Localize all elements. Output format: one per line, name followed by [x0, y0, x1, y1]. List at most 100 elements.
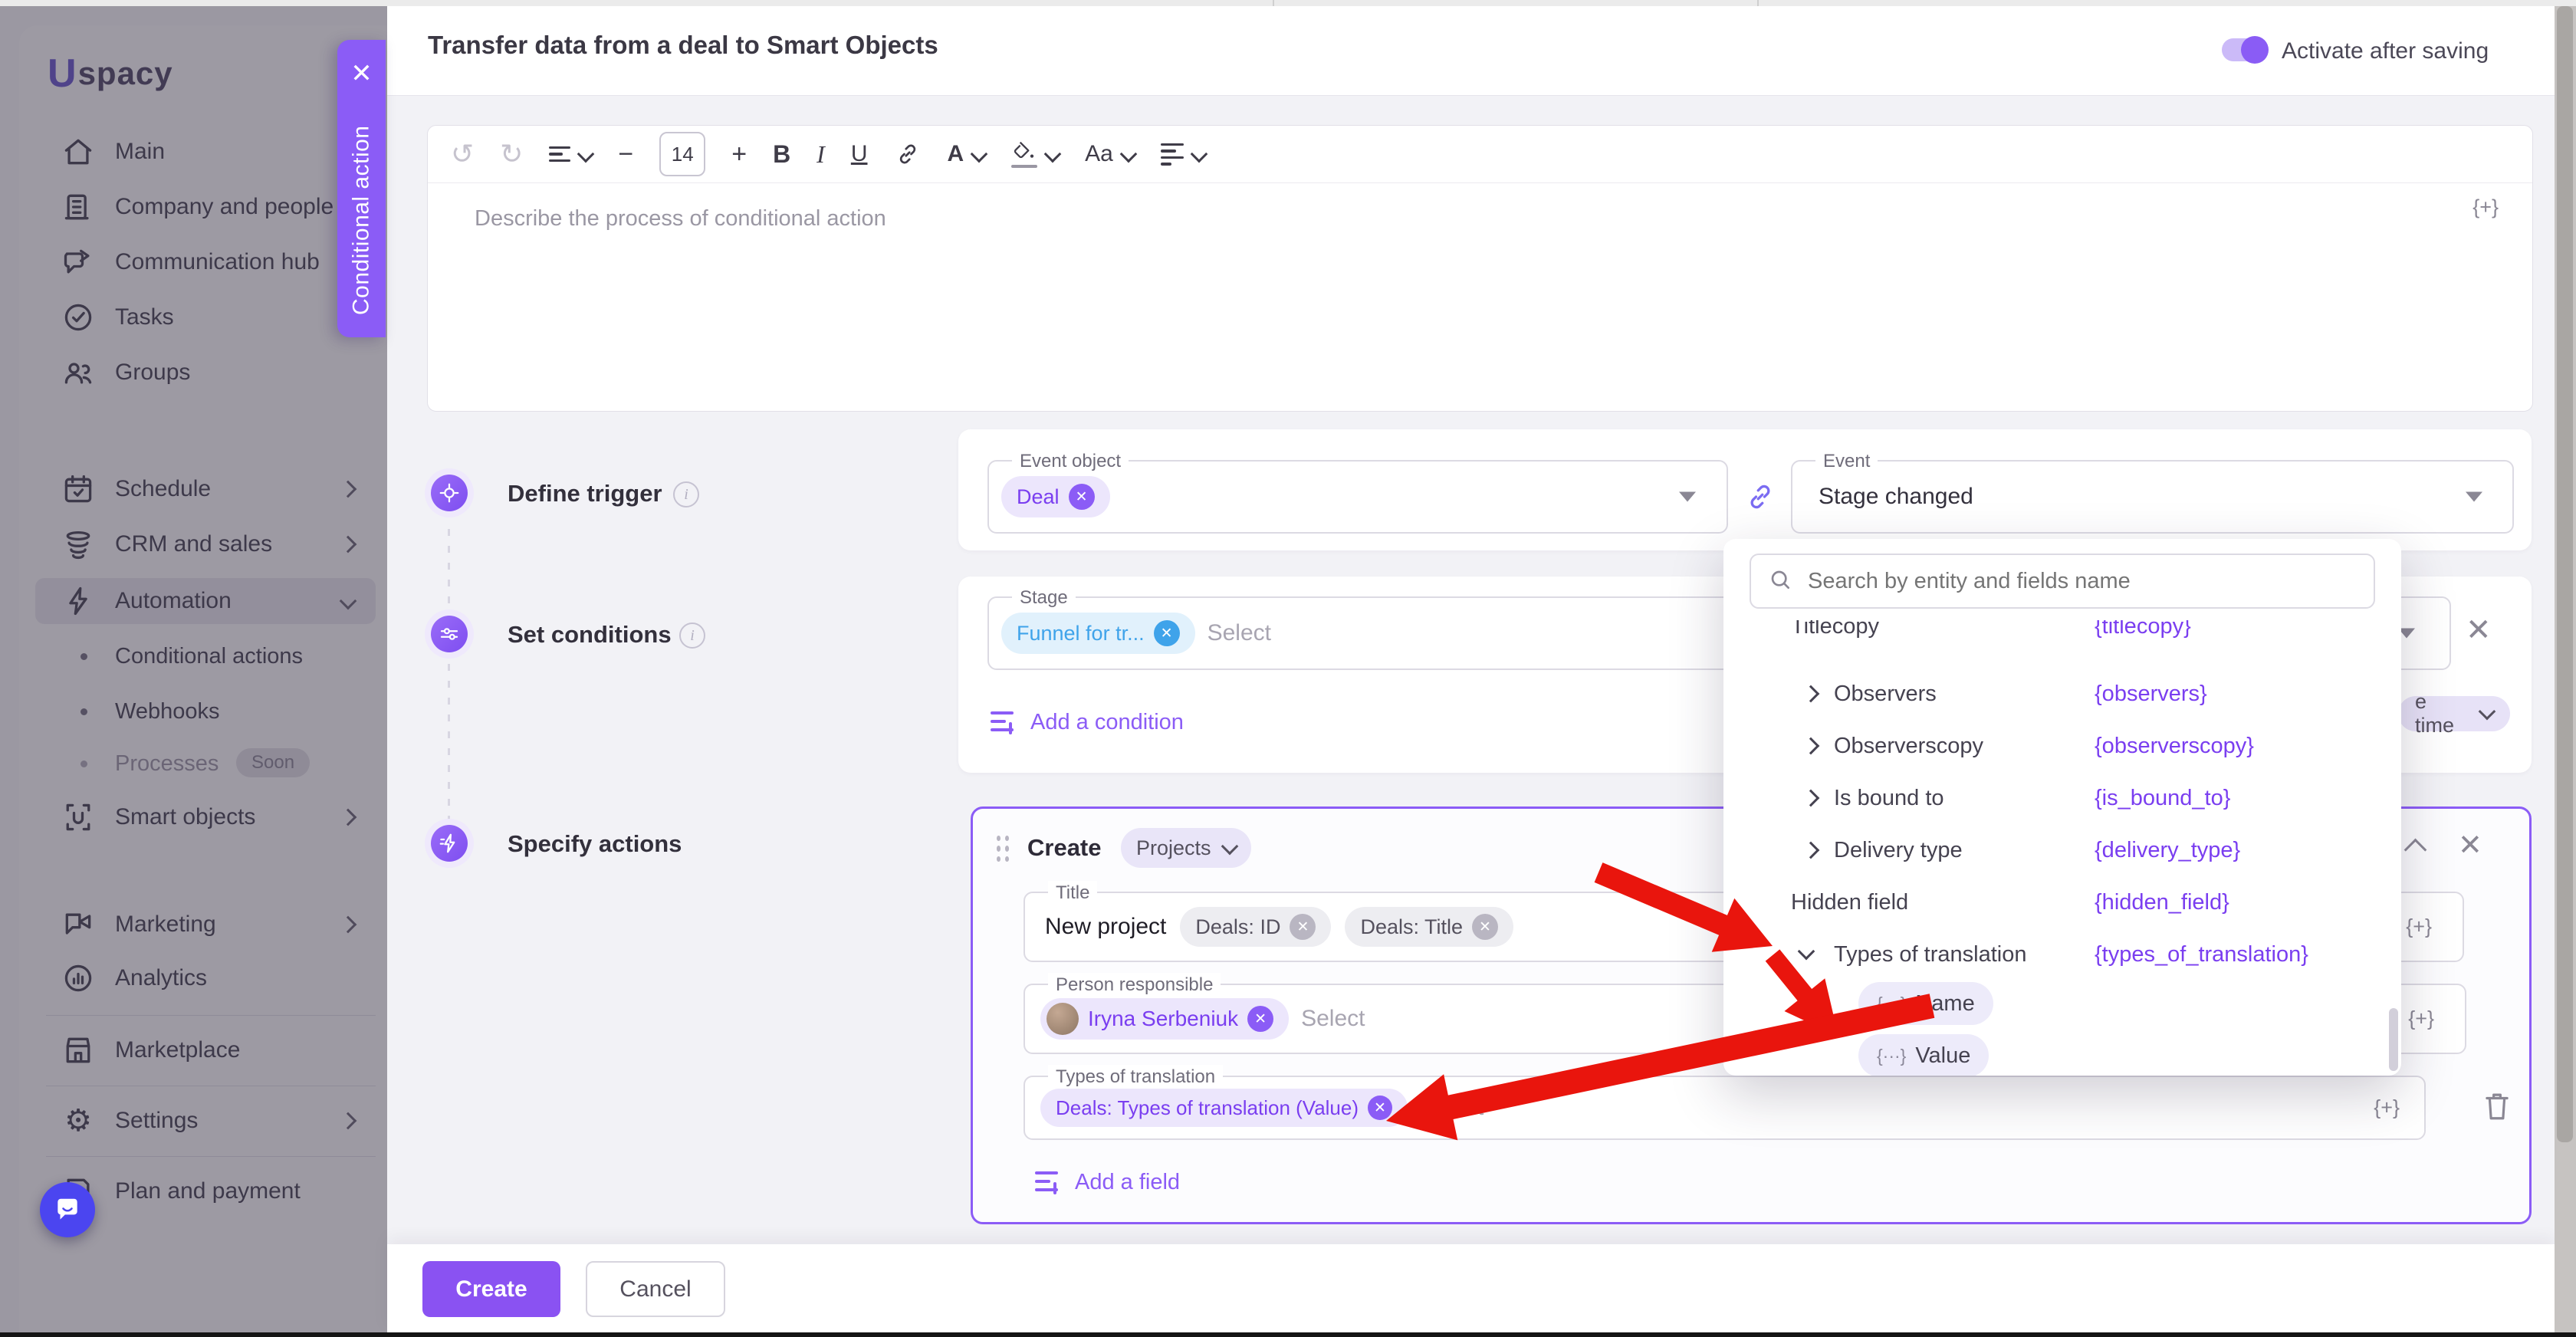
- event-field[interactable]: Event Stage changed: [1791, 449, 2514, 534]
- actions-step-icon: [425, 819, 474, 868]
- link-fields-icon[interactable]: [1743, 480, 1777, 517]
- dropdown-row-delivery-type[interactable]: Delivery type {delivery_type}: [1723, 824, 2401, 876]
- font-size-decrease-button[interactable]: −: [618, 140, 633, 169]
- dropdown-row-hidden-field[interactable]: Hidden field {hidden_field}: [1723, 876, 2401, 928]
- chevron-right-icon: [1802, 841, 1820, 859]
- description-placeholder: Describe the process of conditional acti…: [475, 206, 886, 231]
- dropdown-scrollbar[interactable]: [2389, 1008, 2398, 1071]
- cancel-button[interactable]: Cancel: [586, 1261, 725, 1317]
- font-size-increase-button[interactable]: +: [731, 140, 747, 169]
- activate-toggle[interactable]: [2222, 36, 2269, 64]
- event-object-chip-deal[interactable]: Deal ✕: [1001, 476, 1110, 517]
- condition-time-chip[interactable]: e time: [2398, 690, 2510, 737]
- field-picker-dropdown: Titlecopy {titlecopy} Observers {observe…: [1723, 539, 2401, 1076]
- chevron-down-icon: [577, 145, 595, 163]
- types-chip[interactable]: Deals: Types of translation (Value) ✕: [1040, 1089, 1408, 1127]
- remove-chip-icon[interactable]: ✕: [1472, 914, 1499, 940]
- dropdown-row-is-bound-to[interactable]: Is bound to {is_bound_to}: [1723, 772, 2401, 824]
- chevron-down-icon: [2478, 702, 2496, 721]
- text-style-button[interactable]: Aa: [1085, 141, 1138, 167]
- remove-chip-icon[interactable]: ✕: [1290, 914, 1316, 940]
- dropdown-caret-icon: [2466, 491, 2482, 502]
- align-lines-icon: [549, 146, 571, 163]
- info-icon[interactable]: i: [679, 623, 705, 649]
- remove-condition-button[interactable]: ✕: [2466, 615, 2492, 646]
- add-field-button[interactable]: Add a field: [1035, 1170, 1180, 1195]
- toggle-knob: [2241, 36, 2269, 64]
- chevron-down-icon: [970, 145, 988, 163]
- text-style-icon: Aa: [1085, 141, 1113, 166]
- remove-action-button[interactable]: ✕: [2458, 831, 2482, 860]
- italic-button[interactable]: I: [816, 140, 825, 169]
- dropdown-row-types-of-translation[interactable]: Types of translation {types_of_translati…: [1723, 928, 2401, 981]
- font-color-button[interactable]: A: [948, 141, 988, 167]
- chevron-down-icon: [1797, 942, 1815, 961]
- bold-button[interactable]: B: [773, 140, 790, 169]
- redo-button[interactable]: ↻: [500, 138, 523, 170]
- list-format-button[interactable]: [1160, 143, 1208, 166]
- insert-token-button[interactable]: {+}: [2408, 1007, 2434, 1031]
- actions-step-label: Specify actions: [508, 830, 682, 857]
- trigger-step-label: Define trigger: [508, 480, 662, 507]
- types-of-translation-field[interactable]: Types of translation Deals: Types of tra…: [1024, 1065, 2426, 1140]
- remove-chip-icon[interactable]: ✕: [1247, 1006, 1274, 1032]
- browser-bottom-bar: [0, 1332, 2576, 1337]
- drag-handle[interactable]: [997, 836, 1009, 862]
- search-icon: [1768, 567, 1792, 596]
- event-value: Stage changed: [1819, 484, 1973, 509]
- insert-token-button[interactable]: {+}: [2472, 195, 2499, 219]
- delete-field-button[interactable]: [2481, 1089, 2513, 1128]
- window-scrollbar-thumb[interactable]: [2557, 6, 2573, 1142]
- page-title: Transfer data from a deal to Smart Objec…: [428, 31, 938, 59]
- conditions-step-label: Set conditions: [508, 621, 672, 648]
- editor-toolbar: ↺ ↻ − 14 + B I U A Aa: [428, 126, 2532, 183]
- chevron-right-icon: [1802, 789, 1820, 807]
- person-chip[interactable]: Iryna Serbeniuk ✕: [1040, 998, 1290, 1040]
- dropdown-subrow-name[interactable]: {···} Name: [1858, 982, 1993, 1025]
- remove-chip-icon[interactable]: ✕: [1368, 1096, 1393, 1120]
- dropdown-row-observers[interactable]: Observers {observers}: [1723, 668, 2401, 720]
- window-scrollbar-track[interactable]: [2555, 6, 2576, 1332]
- support-chat-button[interactable]: [40, 1182, 95, 1237]
- description-input[interactable]: Describe the process of conditional acti…: [428, 183, 2532, 411]
- activate-toggle-label: Activate after saving: [2282, 38, 2489, 64]
- stage-chip-funnel[interactable]: Funnel for tr... ✕: [1001, 613, 1195, 654]
- action-entity-select[interactable]: Projects: [1121, 828, 1251, 868]
- font-size-value[interactable]: 14: [659, 132, 706, 176]
- title-chip-deals-id[interactable]: Deals: ID ✕: [1180, 907, 1332, 947]
- token-braces-icon: {···}: [1877, 993, 1907, 1013]
- insert-token-button[interactable]: {+}: [2406, 915, 2432, 939]
- dropdown-row-titlecopy[interactable]: Titlecopy {titlecopy}: [1723, 620, 2401, 649]
- paragraph-format-button[interactable]: [549, 145, 595, 163]
- info-icon[interactable]: i: [673, 481, 699, 508]
- search-input[interactable]: [1806, 567, 2357, 595]
- event-object-field[interactable]: Event object Deal ✕: [987, 449, 1728, 534]
- remove-chip-icon[interactable]: ✕: [1068, 484, 1095, 510]
- link-button[interactable]: [894, 140, 922, 168]
- dropdown-search[interactable]: [1750, 554, 2375, 609]
- app-root: U spacy Main Company and people Communic…: [0, 0, 2576, 1337]
- modal-overlay[interactable]: [0, 0, 387, 1337]
- avatar: [1046, 1003, 1079, 1035]
- undo-button[interactable]: ↺: [451, 138, 474, 170]
- drawer-tab-label: Conditional action: [348, 125, 374, 315]
- drawer-close-button[interactable]: ✕: [337, 57, 386, 90]
- remove-chip-icon[interactable]: ✕: [1153, 620, 1180, 646]
- dropdown-list: Titlecopy {titlecopy} Observers {observe…: [1723, 620, 2401, 1076]
- dropdown-subrow-value[interactable]: {···} Value: [1858, 1034, 1990, 1076]
- highlight-color-button[interactable]: [1011, 140, 1062, 168]
- title-chip-deals-title[interactable]: Deals: Title ✕: [1345, 907, 1514, 947]
- trigger-step-icon: [425, 468, 474, 517]
- add-condition-button[interactable]: Add a condition: [991, 710, 1184, 735]
- chevron-down-icon: [1119, 145, 1138, 163]
- underline-button[interactable]: U: [851, 141, 868, 167]
- insert-token-button[interactable]: {+}: [2374, 1096, 2400, 1120]
- action-create-label: Create: [1027, 834, 1102, 861]
- token-braces-icon: {···}: [1877, 1045, 1907, 1066]
- chevron-down-icon: [1043, 145, 1062, 163]
- dropdown-row-observerscopy[interactable]: Observerscopy {observerscopy}: [1723, 720, 2401, 772]
- drawer-header: Transfer data from a deal to Smart Objec…: [387, 6, 2555, 96]
- add-list-icon: [1035, 1171, 1061, 1194]
- description-editor: ↺ ↻ − 14 + B I U A Aa Describe the proce…: [427, 125, 2533, 412]
- create-button[interactable]: Create: [422, 1261, 560, 1317]
